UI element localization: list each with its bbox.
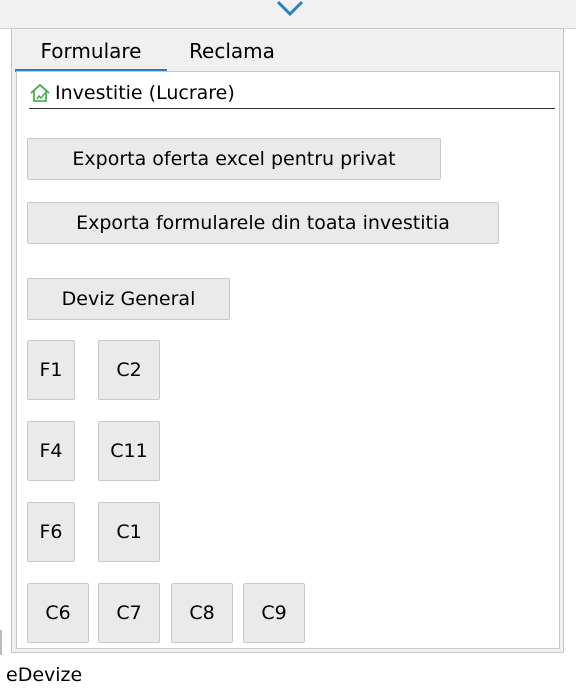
form-c6-button[interactable]: C6: [27, 583, 89, 643]
forms-panel: Formulare Reclama Investitie (Lucrare) E…: [11, 28, 564, 653]
deviz-general-button[interactable]: Deviz General: [27, 278, 230, 320]
form-c11-button[interactable]: C11: [98, 421, 160, 481]
breadcrumb-label: Investitie (Lucrare): [55, 82, 235, 104]
form-c7-button[interactable]: C7: [98, 583, 160, 643]
chevron-down-icon[interactable]: [275, 0, 305, 18]
tab-bar: Formulare Reclama: [15, 36, 563, 72]
export-private-button[interactable]: Exporta oferta excel pentru privat: [27, 138, 441, 180]
left-edge-divider: [0, 630, 2, 658]
form-c8-button[interactable]: C8: [171, 583, 233, 643]
status-bar: eDevize: [0, 655, 576, 699]
tab-formulare[interactable]: Formulare: [15, 36, 167, 72]
export-all-button[interactable]: Exporta formularele din toata investitia: [27, 202, 499, 244]
breadcrumb: Investitie (Lucrare): [29, 80, 555, 109]
form-f1-button[interactable]: F1: [27, 340, 75, 400]
form-c9-button[interactable]: C9: [243, 583, 305, 643]
form-c1-button[interactable]: C1: [98, 502, 160, 562]
home-icon: [30, 83, 50, 102]
form-f6-button[interactable]: F6: [27, 502, 75, 562]
form-f4-button[interactable]: F4: [27, 421, 75, 481]
tab-content: Investitie (Lucrare) Exporta oferta exce…: [16, 71, 560, 649]
form-c2-button[interactable]: C2: [98, 340, 160, 400]
top-bar: [0, 0, 576, 29]
tab-reclama[interactable]: Reclama: [167, 36, 297, 72]
